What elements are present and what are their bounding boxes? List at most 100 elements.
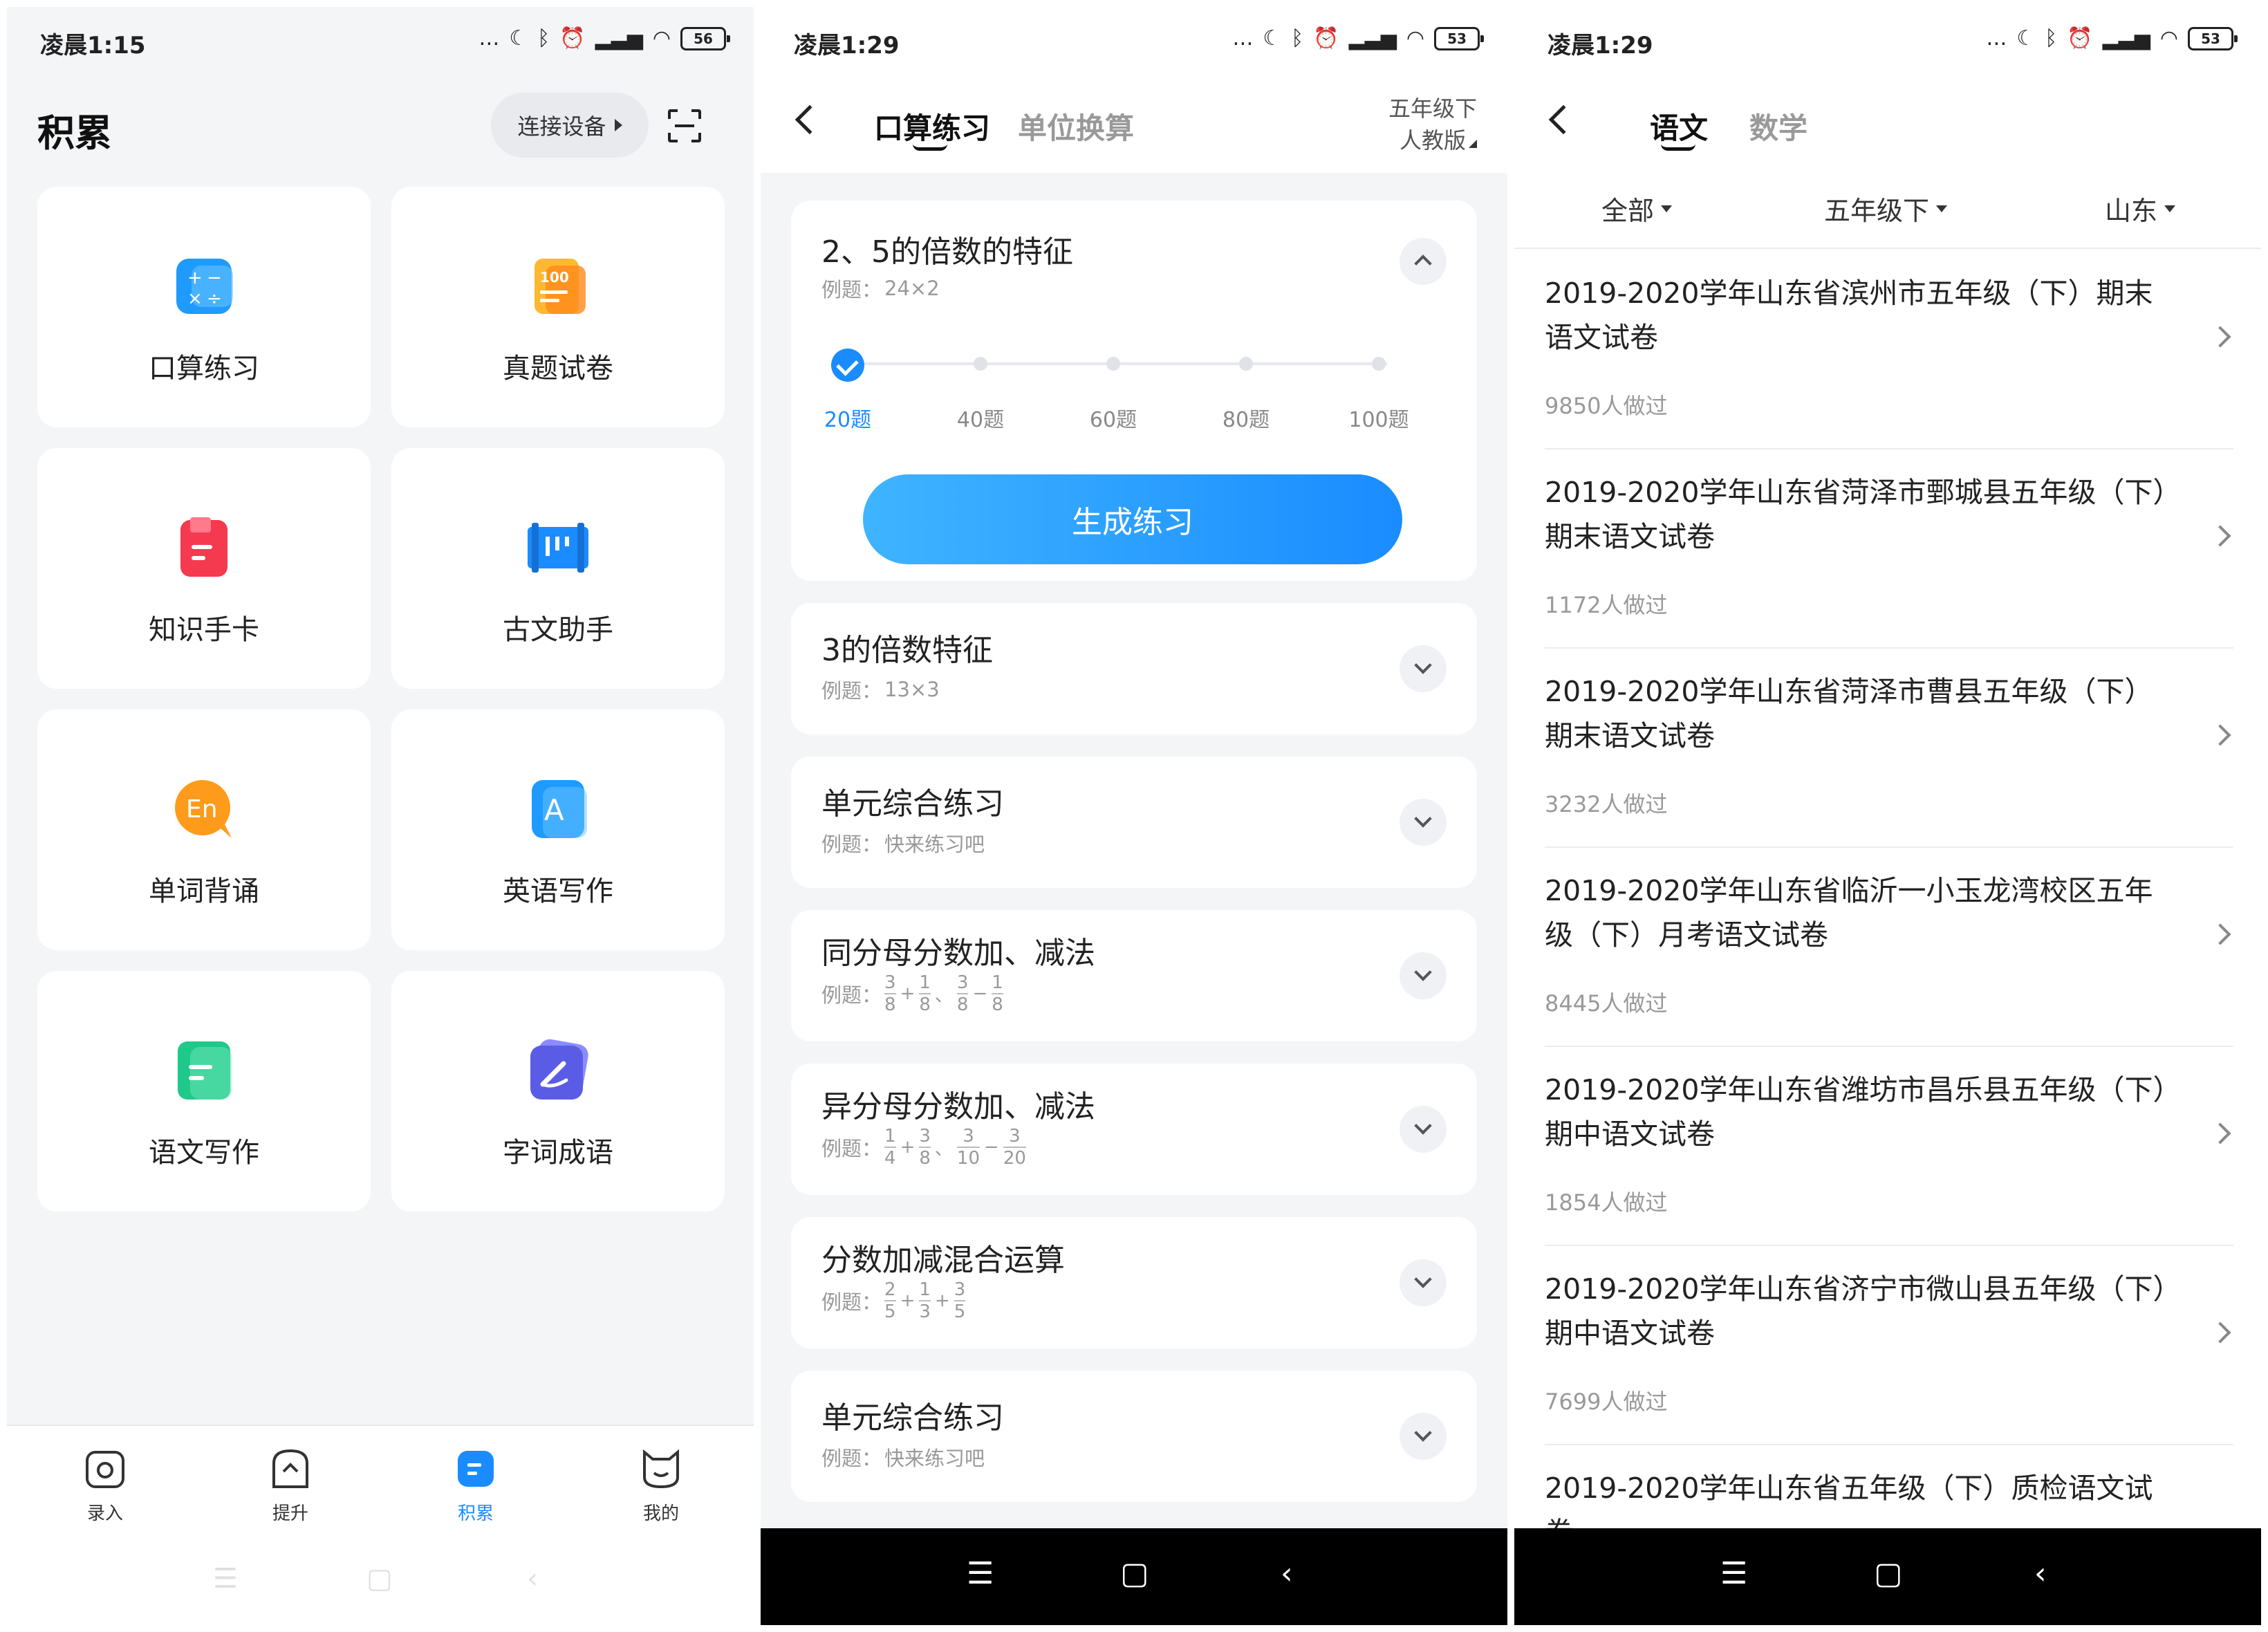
- card-label: 字词成语: [503, 1137, 613, 1169]
- tab-math[interactable]: 数学: [1749, 105, 1807, 147]
- slider-option-label[interactable]: 20题: [806, 402, 889, 433]
- menu-icon[interactable]: ☰: [967, 1556, 994, 1591]
- list-item[interactable]: 2019-2020学年山东省菏泽市鄄城县五年级（下）期末语文试卷 1172人做过: [1545, 449, 2233, 649]
- nav-input[interactable]: 录入: [50, 1447, 160, 1525]
- tab-unit-convert[interactable]: 单位换算: [1018, 105, 1134, 147]
- signal-icon: ▂▃▅: [2102, 26, 2150, 50]
- grade-selector[interactable]: 五年级下 人教版: [1388, 93, 1477, 156]
- back-arrow-icon[interactable]: [1548, 104, 1579, 135]
- connect-device-button[interactable]: 连接设备: [491, 93, 649, 158]
- denominator: 8: [919, 994, 931, 1015]
- back-icon[interactable]: ‹: [527, 1563, 538, 1595]
- expand-chevron-icon[interactable]: [1400, 952, 1447, 999]
- back-icon[interactable]: ‹: [1281, 1556, 1293, 1591]
- system-nav-bar: ☰ ▢ ‹: [761, 1528, 1507, 1625]
- denominator: 8: [919, 1148, 931, 1169]
- question-count-slider[interactable]: 20题 40题 60题 80题 100题: [824, 347, 1409, 433]
- topic-card[interactable]: 异分母分数加、减法 例题： 1 4 +3 8、 3 10−3 20: [791, 1064, 1477, 1195]
- bluetooth-icon: ᛒ: [537, 26, 550, 50]
- card-real-exam[interactable]: 100 真题试卷: [391, 187, 725, 427]
- status-icons: … ☾ ᛒ ⏰ ▂▃▅ ◠ 56: [478, 26, 730, 50]
- bluetooth-icon: ᛒ: [2045, 26, 2058, 50]
- card-chinese-writing[interactable]: 语文写作: [37, 971, 371, 1212]
- slider-dot[interactable]: [1106, 357, 1120, 371]
- numerator: 3: [919, 1126, 931, 1147]
- slider-option-label[interactable]: 80题: [1205, 402, 1288, 433]
- list-item[interactable]: 2019-2020学年山东省菏泽市曹县五年级（下）期末语文试卷 3232人做过: [1545, 649, 2233, 848]
- denominator: 8: [992, 994, 1003, 1015]
- chevron-right-icon: [2209, 326, 2231, 348]
- home-icon[interactable]: ▢: [366, 1563, 393, 1595]
- topic-title: 3的倍数特征: [821, 633, 993, 668]
- generate-practice-button[interactable]: 生成练习: [863, 474, 1402, 564]
- list-item[interactable]: 2019-2020学年山东省潍坊市昌乐县五年级（下）期中语文试卷 1854人做过: [1545, 1047, 2233, 1246]
- expand-chevron-icon[interactable]: [1400, 1106, 1447, 1153]
- home-icon[interactable]: ▢: [1874, 1556, 1903, 1591]
- slider-dot[interactable]: [974, 357, 987, 371]
- wifi-icon: ◠: [652, 26, 671, 50]
- numerator: 3: [1009, 1126, 1021, 1147]
- signal-icon: ▂▃▅: [595, 26, 643, 50]
- filter-grade[interactable]: 五年级下: [1824, 189, 1948, 228]
- menu-icon[interactable]: ☰: [1720, 1556, 1747, 1591]
- expand-chevron-icon[interactable]: [1400, 1259, 1447, 1306]
- wifi-icon: ◠: [2159, 26, 2178, 50]
- topic-card[interactable]: 分数加减混合运算 例题： 2 5 +1 3 +3 5: [791, 1217, 1477, 1348]
- numerator: 1: [919, 972, 931, 993]
- nav-label: 录入: [86, 1503, 123, 1524]
- battery-icon: 53: [1434, 26, 1484, 50]
- english-writing-icon: A: [532, 780, 587, 838]
- card-oral-calc[interactable]: + − × ÷ 口算练习: [37, 187, 371, 427]
- topic-card[interactable]: 同分母分数加、减法 例题： 3 8 +1 8、 3 8−1 8: [791, 910, 1477, 1041]
- filter-all[interactable]: 全部: [1601, 189, 1673, 228]
- back-icon[interactable]: ‹: [2034, 1556, 2047, 1591]
- card-ancient-text[interactable]: 古文助手: [391, 448, 725, 689]
- card-knowledge[interactable]: 知识手卡: [37, 448, 371, 689]
- slider-option-label[interactable]: 40题: [939, 402, 1022, 433]
- list-item[interactable]: 2019-2020学年山东省滨州市五年级（下）期末语文试卷 9850人做过: [1545, 250, 2233, 449]
- slider-option-label[interactable]: 100题: [1337, 402, 1420, 433]
- accumulate-screen: 凌晨1:15 … ☾ ᛒ ⏰ ▂▃▅ ◠ 56 积累 连接设备 + − × ÷ 口算练…: [7, 7, 754, 1625]
- back-arrow-icon[interactable]: [794, 104, 825, 135]
- card-word-recite[interactable]: En 单词背诵: [37, 710, 371, 950]
- expand-chevron-icon[interactable]: [1400, 1413, 1447, 1460]
- example-text: 快来练习吧: [884, 1447, 985, 1470]
- menu-icon[interactable]: ☰: [213, 1563, 238, 1595]
- grade-label: 五年级下: [1388, 95, 1477, 122]
- home-icon[interactable]: ▢: [1120, 1556, 1149, 1591]
- dropdown-arrow-icon: [2164, 205, 2176, 212]
- denominator: 20: [1003, 1148, 1026, 1169]
- topic-card-expanded[interactable]: 2、5的倍数的特征 例题： 24×2 20题 40题 60题 80题 100题 生成练习: [791, 201, 1477, 581]
- svg-text:−: −: [207, 268, 222, 288]
- tab-chinese[interactable]: 语文: [1650, 105, 1708, 147]
- topic-card[interactable]: 3的倍数特征 例题： 13×3: [791, 603, 1477, 734]
- numerator: 3: [884, 972, 896, 993]
- slider-dot[interactable]: [1372, 357, 1386, 371]
- filter-region[interactable]: 山东: [2105, 189, 2176, 228]
- nav-improve[interactable]: 提升: [235, 1447, 346, 1525]
- card-idiom[interactable]: 字词成语: [391, 971, 725, 1212]
- expand-chevron-icon[interactable]: [1400, 645, 1447, 692]
- topic-card[interactable]: 单元综合练习 例题： 快来练习吧: [791, 757, 1477, 888]
- list-item[interactable]: 2019-2020学年山东省临沂一小玉龙湾校区五年级（下）月考语文试卷 8445人…: [1545, 848, 2233, 1047]
- list-item[interactable]: 2019-2020学年山东省济宁市微山县五年级（下）期中语文试卷 7699人做过: [1545, 1246, 2233, 1445]
- scan-icon[interactable]: [667, 108, 703, 144]
- tab-oral-calc[interactable]: 口算练习: [874, 105, 990, 147]
- slider-dot[interactable]: [1239, 357, 1253, 371]
- slider-selected-check-icon[interactable]: [831, 349, 864, 382]
- card-english-writing[interactable]: A 英语写作: [391, 710, 725, 950]
- slider-option-label[interactable]: 60题: [1072, 402, 1155, 433]
- expand-chevron-icon[interactable]: [1400, 799, 1447, 846]
- nav-accumulate[interactable]: 积累: [420, 1447, 531, 1525]
- example-prefix: 例题：: [821, 1290, 882, 1314]
- status-time: 凌晨1:29: [794, 32, 900, 59]
- collapse-chevron-icon[interactable]: [1400, 238, 1447, 285]
- nav-mine[interactable]: 我的: [606, 1447, 716, 1525]
- chevron-right-icon: [2209, 1322, 2231, 1344]
- header: 语文 数学: [1514, 76, 2261, 166]
- topic-card[interactable]: 单元综合练习 例题： 快来练习吧: [791, 1371, 1477, 1502]
- more-icon: …: [478, 26, 500, 50]
- battery-icon: 56: [680, 26, 730, 50]
- tab-indicator: [1661, 144, 1695, 151]
- chinese-writing-icon: [178, 1041, 232, 1100]
